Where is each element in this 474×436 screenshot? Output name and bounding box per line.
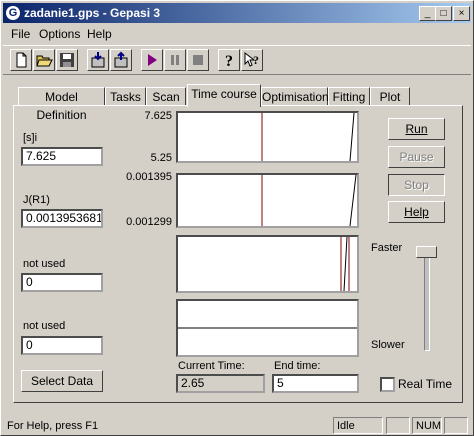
play-icon[interactable] (141, 49, 163, 71)
status-pane-empty-2 (444, 417, 468, 434)
tab-fitting[interactable]: Fitting (328, 87, 370, 106)
plot-var3 (176, 235, 359, 293)
var3-label: not used (23, 258, 66, 270)
plot2-ymin-label: 0.001299 (126, 216, 172, 228)
import-icon[interactable] (87, 49, 109, 71)
save-disk-icon[interactable] (56, 49, 78, 71)
plot1-ymax-label: 7.625 (144, 110, 172, 122)
tab-plot[interactable]: Plot (370, 87, 410, 106)
var4-label: not used (23, 320, 66, 332)
var1-value-field[interactable]: 7.625 (21, 147, 103, 166)
help-question-icon[interactable]: ? (218, 49, 240, 71)
faster-label: Faster (371, 242, 403, 254)
status-bar: For Help, press F1 Idle NUM (3, 415, 471, 435)
main-window: G zadanie1.gps - Gepasi 3 _ □ × File Opt… (0, 0, 474, 436)
window-title: zadanie1.gps - Gepasi 3 (24, 6, 161, 20)
svg-text:?: ? (225, 53, 233, 70)
context-help-icon[interactable]: ? (241, 49, 263, 71)
pause-icon[interactable] (164, 49, 186, 71)
plot3-trace (343, 237, 348, 291)
realtime-label: Real Time (398, 377, 453, 391)
tab-scan[interactable]: Scan (146, 87, 186, 106)
var3-value-field[interactable]: 0 (21, 273, 103, 292)
slower-label: Slower (371, 339, 405, 351)
new-file-icon[interactable] (10, 49, 32, 71)
speed-slider-track[interactable] (424, 253, 430, 351)
plot-var2 (176, 173, 359, 228)
plot2-ymax-label: 0.001395 (126, 171, 172, 183)
close-button[interactable]: × (453, 6, 470, 21)
status-num: NUM (412, 417, 442, 434)
svg-text:?: ? (253, 53, 259, 67)
plot-var4 (176, 299, 359, 357)
stop-button[interactable]: Stop (388, 174, 445, 196)
current-time-label: Current Time: (178, 360, 245, 372)
var4-value-field[interactable]: 0 (21, 336, 103, 355)
plot1-ymin-label: 5.25 (150, 152, 172, 164)
status-pane-empty (386, 417, 410, 434)
tab-tasks[interactable]: Tasks (105, 87, 146, 106)
end-time-label: End time: (274, 360, 321, 372)
status-help-text: For Help, press F1 (7, 420, 99, 432)
current-time-field: 2.65 (176, 374, 265, 393)
menu-bar: File Options Help (3, 24, 471, 43)
plot1-trace (349, 113, 355, 161)
pause-button[interactable]: Pause (388, 146, 445, 168)
gepasi-app-icon[interactable]: G (6, 6, 20, 20)
tab-time-course[interactable]: Time course (187, 84, 261, 107)
minimize-button[interactable]: _ (419, 6, 436, 21)
run-button-label: Run (405, 122, 428, 136)
tab-model-definition[interactable]: Model Definition (18, 87, 105, 122)
status-state: Idle (333, 417, 383, 434)
export-icon[interactable] (110, 49, 132, 71)
help-button[interactable]: Help (388, 201, 445, 223)
var1-label: [s]i (23, 132, 38, 144)
stop-icon[interactable] (187, 49, 209, 71)
maximize-button[interactable]: □ (435, 6, 452, 21)
menu-file[interactable]: File (11, 27, 30, 41)
speed-slider-thumb[interactable] (416, 246, 437, 258)
select-data-button[interactable]: Select Data (21, 370, 103, 392)
run-button[interactable]: Run (388, 118, 445, 140)
toolbar: ? ? (3, 45, 471, 75)
realtime-checkbox[interactable] (380, 377, 395, 392)
plot-var1 (176, 111, 359, 163)
menu-help[interactable]: Help (87, 27, 112, 41)
end-time-input[interactable]: 5 (272, 374, 359, 393)
plot2-trace (349, 175, 357, 226)
tab-optimisation[interactable]: Optimisation (261, 87, 329, 106)
help-button-label: Help (404, 205, 429, 219)
open-folder-icon[interactable] (33, 49, 55, 71)
var2-value-field[interactable]: 0.00139536815 (21, 209, 103, 228)
menu-options[interactable]: Options (39, 27, 80, 41)
title-bar[interactable]: G zadanie1.gps - Gepasi 3 _ □ × (3, 3, 471, 23)
var2-label: J(R1) (23, 194, 50, 206)
